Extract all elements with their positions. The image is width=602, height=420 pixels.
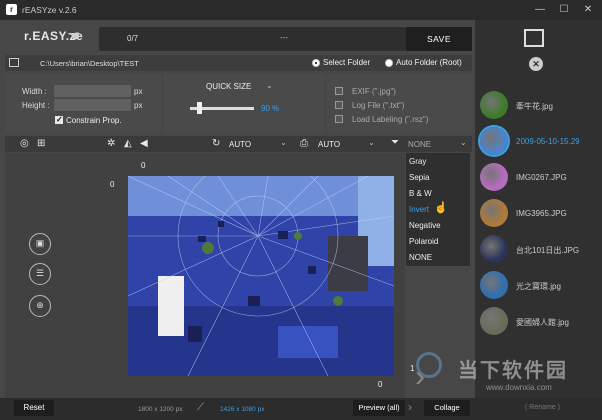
window-title: rEASYze v.2.6 <box>22 5 77 15</box>
app-icon: r <box>6 4 17 15</box>
filter-option-negative[interactable]: Negative <box>409 221 441 230</box>
file-thumbnail[interactable] <box>480 307 508 335</box>
page-number: 1 <box>410 364 415 373</box>
filter-option-invert[interactable]: Invert <box>409 205 429 214</box>
height-unit: px <box>134 101 143 110</box>
filter-chevron-icon[interactable]: ⌄ <box>460 138 467 147</box>
quick-size-chevron-icon[interactable]: ⌄ <box>266 81 273 90</box>
new-size: 1426 x 1080 px <box>220 406 265 413</box>
filter-option-gray[interactable]: Gray <box>409 157 426 166</box>
watermark-text: 当下软件园 <box>458 360 568 382</box>
file-thumbnail[interactable] <box>480 235 508 263</box>
watermark-logo-icon <box>416 352 442 378</box>
preview-all-button[interactable]: Preview (all) <box>353 400 405 416</box>
bottom-bar <box>0 398 602 420</box>
rotate-icon[interactable]: ↻ <box>212 138 220 149</box>
file-thumbnail[interactable] <box>480 271 508 299</box>
grid-icon[interactable]: ⊞ <box>37 138 45 149</box>
preview-image[interactable] <box>128 176 394 376</box>
watermark-url: www.downxia.com <box>486 383 552 392</box>
brightness-icon[interactable]: ✲ <box>107 138 115 149</box>
original-size: 1800 x 1200 px <box>138 406 183 413</box>
progress-text: --- <box>280 33 288 42</box>
quick-size-value: 90 % <box>261 104 280 113</box>
file-thumbnail[interactable] <box>480 199 508 227</box>
width-label: Width : <box>22 87 47 96</box>
collage-button[interactable]: Collage <box>424 400 470 416</box>
labeling-checkbox[interactable] <box>335 115 343 123</box>
rotate-chevron-icon[interactable]: ⌄ <box>280 138 287 147</box>
filter-option-polaroid[interactable]: Polaroid <box>409 237 438 246</box>
flip-horizontal-icon[interactable]: ◭ <box>124 138 132 149</box>
height-label: Height : <box>22 101 50 110</box>
filter-icon[interactable]: ⏷ <box>391 137 399 148</box>
filter-option-bw[interactable]: B & W <box>409 189 432 198</box>
file-name[interactable]: 台北101日出.JPG <box>516 245 579 256</box>
constrain-checkbox[interactable] <box>55 115 63 124</box>
offset-left: 0 <box>110 180 115 189</box>
filter-option-none[interactable]: NONE <box>409 253 432 262</box>
filter-option-sepia[interactable]: Sepia <box>409 173 429 182</box>
rotate-value[interactable]: AUTO <box>229 140 251 149</box>
exif-label: EXIF (".jpg") <box>352 87 396 96</box>
folder-path: C:\Users\brian\Desktop\TEST <box>40 59 139 68</box>
file-thumbnail[interactable] <box>480 127 508 155</box>
reset-button[interactable]: Reset <box>14 400 54 416</box>
target-icon[interactable]: ◎ <box>20 138 29 149</box>
exif-checkbox[interactable] <box>335 87 343 95</box>
auto-folder-label: Auto Folder (Root) <box>396 58 462 67</box>
file-name[interactable]: 光之寶環.jpg <box>516 281 561 292</box>
ruler-icon: ⟋ <box>197 402 204 413</box>
hand-pointer-icon: ☚ <box>67 28 81 45</box>
minimize-icon[interactable]: — <box>528 2 552 18</box>
constrain-label: Constrain Prop. <box>66 116 122 125</box>
filter-value[interactable]: NONE <box>408 140 431 149</box>
log-file-checkbox[interactable] <box>335 101 343 109</box>
corner-value: 0 <box>378 380 383 389</box>
log-file-label: Log File (".txt") <box>352 101 405 110</box>
close-icon[interactable]: ✕ <box>576 2 600 18</box>
select-folder-radio[interactable] <box>312 59 320 67</box>
file-thumbnail[interactable] <box>480 163 508 191</box>
width-input[interactable] <box>54 85 131 97</box>
document-icon[interactable]: ☰ <box>29 263 51 285</box>
collage-arrow-icon: › <box>408 400 412 414</box>
offset-top: 0 <box>141 161 146 170</box>
slider-handle[interactable] <box>197 102 202 114</box>
print-icon[interactable]: ⎙ <box>300 138 308 149</box>
photo-graphic <box>128 176 394 376</box>
title-bar: r rEASYze v.2.6 — ☐ ✕ <box>0 0 602 20</box>
print-value[interactable]: AUTO <box>318 140 340 149</box>
save-button[interactable]: SAVE <box>406 27 472 51</box>
file-name[interactable]: IMG3965.JPG <box>516 209 567 218</box>
file-name[interactable]: 愛國婦人館.jpg <box>516 317 569 328</box>
remove-icon[interactable]: ✕ <box>529 57 543 71</box>
flip-vertical-icon[interactable]: ◀ <box>140 138 148 149</box>
file-name[interactable]: 牽牛花.jpg <box>516 101 553 112</box>
folders-icon[interactable] <box>524 29 544 47</box>
quick-size-label: QUICK SIZE <box>206 82 252 91</box>
file-thumbnail[interactable] <box>480 91 508 119</box>
print-chevron-icon[interactable]: ⌄ <box>368 138 375 147</box>
progress-count: 0/7 <box>127 34 139 43</box>
rename-button[interactable]: ( Rename ) <box>525 404 560 411</box>
height-input[interactable] <box>54 99 131 111</box>
file-name[interactable]: 2009-05-10-15.29 <box>516 137 580 146</box>
cursor-hand-icon: ☝ <box>434 202 448 214</box>
select-folder-label: Select Folder <box>323 58 371 67</box>
file-name[interactable]: IMG0267.JPG <box>516 173 567 182</box>
folder-icon[interactable] <box>9 58 19 67</box>
save-icon[interactable]: ▣ <box>29 233 51 255</box>
width-unit: px <box>134 87 143 96</box>
progress-bar: 0/7 --- <box>99 27 406 51</box>
labeling-label: Load Labeling (".rsz") <box>352 115 429 124</box>
auto-folder-radio[interactable] <box>385 59 393 67</box>
maximize-icon[interactable]: ☐ <box>552 2 576 18</box>
zoom-icon[interactable]: ⊕ <box>29 295 51 317</box>
